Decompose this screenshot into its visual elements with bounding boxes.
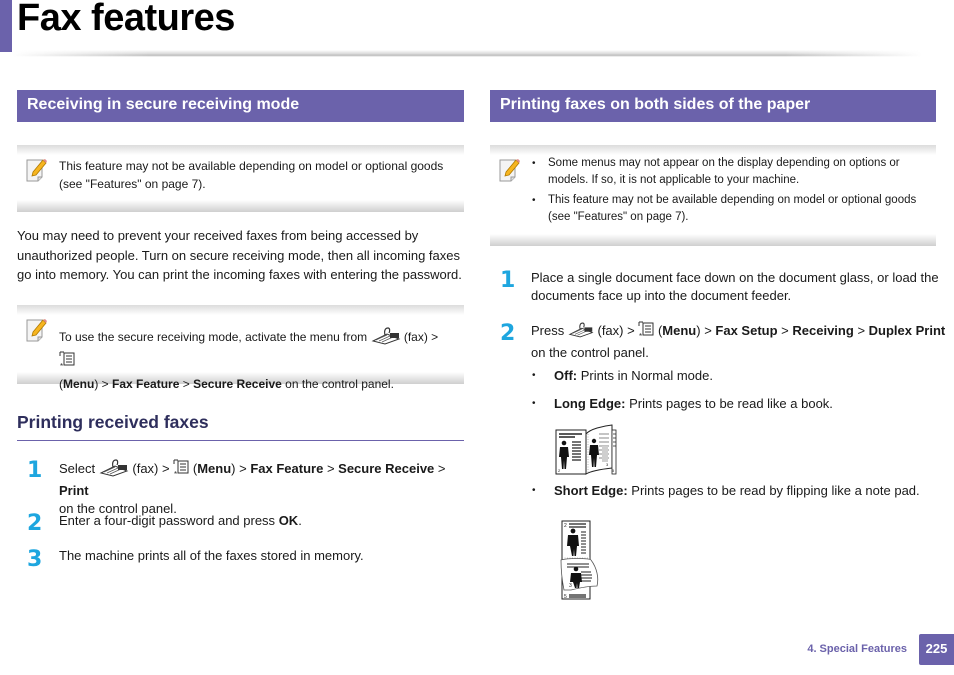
step-number: 1 — [27, 458, 43, 483]
page-title: Fax features — [17, 0, 235, 39]
intro-paragraph: You may need to prevent your received fa… — [17, 228, 462, 282]
note-text: This feature may not be available depend… — [59, 159, 444, 191]
section-header-secure-receiving: Receiving in secure receiving mode — [17, 90, 464, 122]
step-text: Place a single document face down on the… — [531, 270, 939, 303]
step-text: Press (fax) > * (Menu) > Fax Setup > Rec… — [531, 321, 946, 360]
subsection-title-printing-received: Printing received faxes — [17, 412, 464, 441]
svg-text:*: * — [639, 332, 642, 339]
step-text: The machine prints all of the faxes stor… — [59, 548, 364, 563]
option-long-edge: • Long Edge: Prints pages to be read lik… — [532, 396, 833, 411]
step-number: 2 — [500, 321, 516, 346]
page-number-badge: 225 — [919, 634, 954, 665]
svg-text:2: 2 — [564, 523, 567, 529]
step-text: Select (fax) > * (Menu) > Fax Feature > … — [59, 459, 446, 516]
step-number: 3 — [27, 547, 43, 572]
svg-text:5: 5 — [564, 594, 567, 600]
section-header-duplex-printing: Printing faxes on both sides of the pape… — [490, 90, 936, 122]
note-list-item: Some menus may not appear on the display… — [532, 155, 928, 189]
step-text: Enter a four-digit password and press OK… — [59, 513, 302, 528]
chapter-label: 4. Special Features — [807, 643, 907, 655]
title-accent-bar — [0, 0, 12, 52]
short-edge-illustration: 2 3 5 — [559, 520, 603, 607]
title-divider — [12, 50, 922, 57]
note-box-secure-mode: To use the secure receiving mode, activa… — [17, 305, 464, 391]
note-text: Some menus may not appear on the display… — [532, 155, 928, 229]
option-short-edge: • Short Edge: Prints pages to be read by… — [532, 483, 920, 498]
fax-icon — [99, 459, 129, 482]
fax-icon — [568, 321, 594, 344]
long-edge-illustration: 2 3 5 — [555, 424, 617, 481]
option-off: • Off: Prints in Normal mode. — [532, 368, 713, 383]
menu-icon: * — [173, 459, 189, 482]
note-list-item: This feature may not be available depend… — [532, 192, 928, 226]
step-number: 1 — [500, 268, 516, 293]
note-list: Some menus may not appear on the display… — [532, 155, 928, 226]
fax-icon — [371, 327, 401, 351]
note-box-availability: This feature may not be available depend… — [17, 145, 464, 212]
step-number: 2 — [27, 511, 43, 536]
note-text: To use the secure receiving mode, activa… — [59, 327, 456, 394]
menu-icon: * — [59, 351, 75, 375]
svg-text:*: * — [60, 362, 63, 369]
menu-icon: * — [638, 321, 654, 344]
note-box-menus: Some menus may not appear on the display… — [490, 145, 936, 246]
note-pencil-icon — [25, 317, 49, 343]
svg-text:*: * — [174, 470, 177, 477]
note-pencil-icon — [498, 157, 522, 183]
note-pencil-icon — [25, 157, 49, 183]
svg-text:3: 3 — [569, 583, 572, 589]
